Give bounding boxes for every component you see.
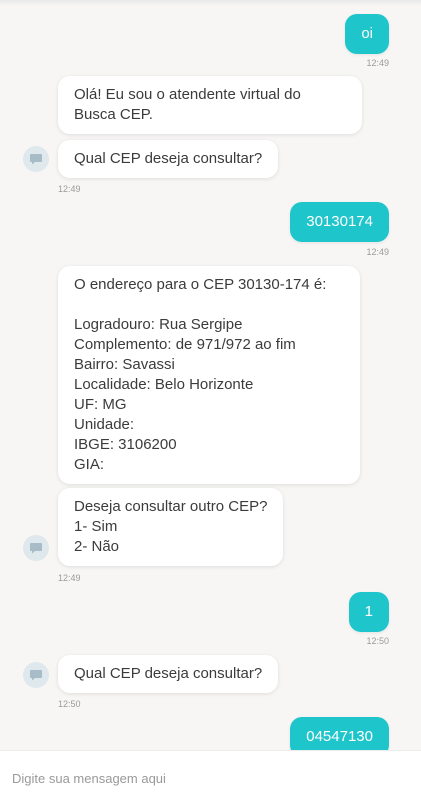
message-composer — [0, 750, 421, 805]
message-time: 12:49 — [366, 58, 389, 68]
bot-message: O endereço para o CEP 30130-174 é: Logra… — [58, 266, 360, 484]
bot-message: Deseja consultar outro CEP? 1- Sim 2- Nã… — [58, 488, 284, 566]
bot-avatar — [23, 662, 49, 688]
bot-message: Olá! Eu sou o atendente virtual do Busca… — [58, 76, 362, 134]
chat-bubble-icon — [30, 154, 42, 165]
top-shadow — [0, 0, 421, 6]
message-time: 12:49 — [58, 184, 81, 194]
message-time: 12:49 — [366, 247, 389, 257]
bot-avatar — [23, 146, 49, 172]
user-message: oi — [345, 14, 389, 54]
chat-bubble-icon — [30, 543, 42, 554]
user-message: 1 — [348, 592, 389, 632]
bot-message: Qual CEP deseja consultar? — [58, 140, 279, 178]
user-message: 04547130 — [290, 717, 389, 750]
message-time: 12:50 — [58, 699, 81, 709]
message-time: 12:50 — [366, 636, 389, 646]
message-input[interactable] — [10, 763, 414, 793]
chat-window[interactable]: oi 12:49 Olá! Eu sou o atendente virtual… — [0, 0, 421, 750]
user-message: 30130174 — [290, 202, 389, 242]
bot-avatar — [23, 535, 49, 561]
bot-message: Qual CEP deseja consultar? — [58, 655, 279, 693]
chat-bubble-icon — [30, 670, 42, 681]
message-time: 12:49 — [58, 573, 81, 583]
